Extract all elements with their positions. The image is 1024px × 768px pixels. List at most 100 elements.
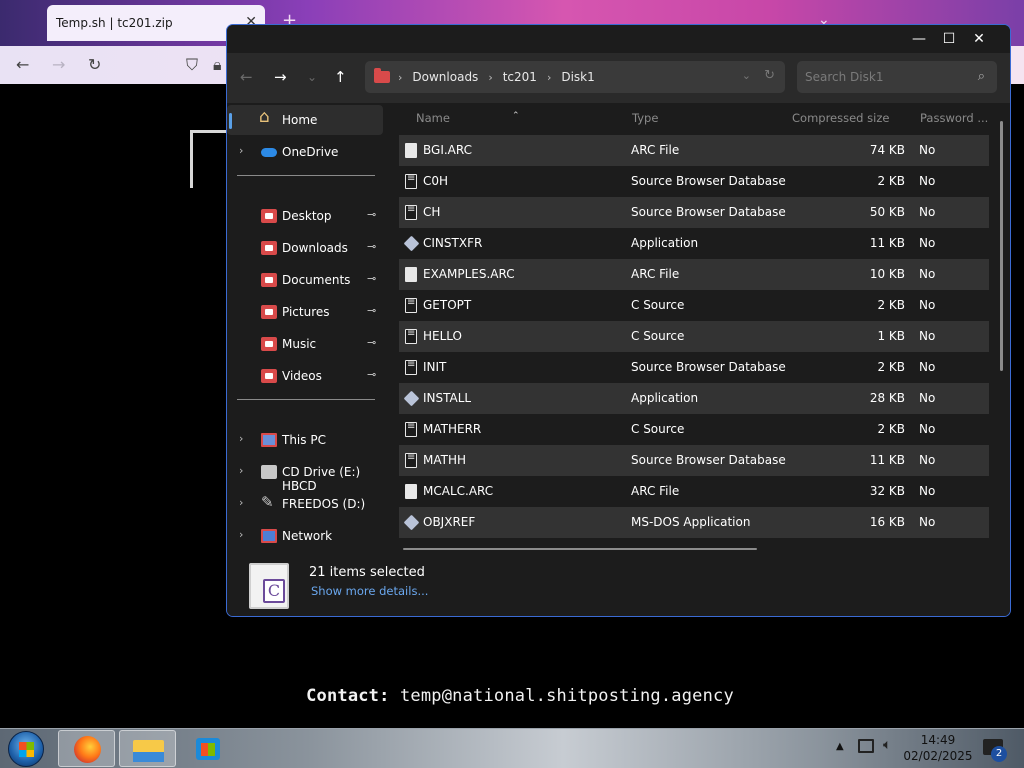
column-name[interactable]: Name (416, 111, 450, 125)
cloud-icon (261, 148, 277, 157)
navigation-bar: ← → ⌄ ↑ › Downloads › tc201 › Disk1 ⌄ ↻ … (227, 53, 1010, 103)
address-history-icon[interactable]: ⌄ (742, 69, 751, 82)
volume-icon[interactable]: 🔈︎ (883, 737, 891, 753)
file-row[interactable]: MCALC.ARC ARC File 32 KB No (399, 476, 989, 507)
sidebar-item-label: Home (282, 113, 318, 127)
sidebar-item-this-pc[interactable]: › This PC (227, 425, 383, 455)
file-password: No (919, 329, 936, 343)
sidebar-item-desktop[interactable]: Desktop ⊸ (227, 201, 383, 231)
breadcrumb-disk1[interactable]: Disk1 (561, 70, 594, 84)
column-type[interactable]: Type (632, 111, 658, 125)
file-size: 1 KB (877, 329, 905, 343)
windows-logo-icon (19, 742, 34, 757)
pin-icon[interactable]: ⊸ (367, 208, 376, 221)
file-row[interactable]: INIT Source Browser Database 2 KB No (399, 352, 989, 383)
column-compressed-size[interactable]: Compressed size (792, 111, 889, 125)
lock-icon[interactable]: 🔒︎ (213, 55, 222, 75)
file-type: Source Browser Database (631, 453, 786, 467)
up-icon[interactable]: ↑ (334, 68, 347, 86)
minimize-icon[interactable]: — (904, 27, 934, 51)
sidebar-item-documents[interactable]: Documents ⊸ (227, 265, 383, 295)
source-file-icon (405, 421, 417, 437)
file-row[interactable]: HELLO C Source 1 KB No (399, 321, 989, 352)
sidebar-item-onedrive[interactable]: › OneDrive (227, 137, 383, 167)
maximize-icon[interactable]: ☐ (934, 27, 964, 51)
pin-icon[interactable]: ⊸ (367, 272, 376, 285)
clock[interactable]: 14:49 02/02/2025 (900, 732, 976, 764)
chevron-right-icon[interactable]: › (239, 464, 243, 477)
browser-reload-icon[interactable]: ↻ (88, 55, 101, 74)
file-name: HELLO (423, 329, 462, 343)
sidebar-item-label: Pictures (282, 305, 330, 319)
selection-indicator (229, 113, 232, 129)
file-row[interactable]: MATHH Source Browser Database 11 KB No (399, 445, 989, 476)
browser-forward-icon[interactable]: → (52, 55, 65, 74)
file-row[interactable]: CINSTXFR Application 11 KB No (399, 228, 989, 259)
chevron-right-icon[interactable]: › (239, 144, 243, 157)
file-row[interactable]: EXAMPLES.ARC ARC File 10 KB No (399, 259, 989, 290)
file-type: ARC File (631, 484, 680, 498)
clock-date: 02/02/2025 (903, 749, 973, 763)
show-more-details-link[interactable]: Show more details... (311, 584, 428, 598)
sidebar-item-downloads[interactable]: Downloads ⊸ (227, 233, 383, 263)
pin-icon[interactable]: ⊸ (367, 240, 376, 253)
pin-icon[interactable]: ⊸ (367, 368, 376, 381)
taskbar-store[interactable] (180, 730, 237, 767)
recent-locations-icon[interactable]: ⌄ (307, 70, 317, 84)
shield-icon[interactable]: ⛉ (186, 55, 198, 75)
show-hidden-icons-icon[interactable]: ▲ (836, 741, 844, 752)
sidebar-item-pictures[interactable]: Pictures ⊸ (227, 297, 383, 327)
home-icon (259, 107, 275, 127)
close-icon[interactable]: ✕ (964, 27, 994, 51)
pin-icon[interactable]: ⊸ (367, 304, 376, 317)
file-row[interactable]: INSTALL Application 28 KB No (399, 383, 989, 414)
file-row[interactable]: GETOPT C Source 2 KB No (399, 290, 989, 321)
sidebar-item-videos[interactable]: Videos ⊸ (227, 361, 383, 391)
vertical-scrollbar[interactable] (1000, 121, 1003, 371)
taskbar-firefox[interactable] (58, 730, 115, 767)
pin-icon[interactable]: ⊸ (367, 336, 376, 349)
file-row[interactable]: BGI.ARC ARC File 74 KB No (399, 135, 989, 166)
search-input[interactable] (805, 68, 965, 86)
file-row[interactable]: OBJXREF MS-DOS Application 16 KB No (399, 507, 989, 538)
file-password: No (919, 453, 936, 467)
file-password: No (919, 422, 936, 436)
search-box[interactable]: ⌕ (797, 61, 997, 93)
taskbar-file-explorer[interactable] (119, 730, 176, 767)
sidebar-item-music[interactable]: Music ⊸ (227, 329, 383, 359)
selection-count: 21 items selected (309, 565, 425, 580)
file-password: No (919, 360, 936, 374)
refresh-icon[interactable]: ↻ (764, 68, 775, 83)
source-file-icon (405, 359, 417, 375)
back-icon[interactable]: ← (240, 68, 253, 86)
sidebar-item-home[interactable]: Home (227, 105, 383, 135)
chevron-right-icon[interactable]: › (239, 432, 243, 445)
browser-back-icon[interactable]: ← (16, 55, 29, 74)
forward-icon[interactable]: → (274, 68, 287, 86)
file-name: BGI.ARC (423, 143, 473, 157)
sidebar-item-cd-drive[interactable]: › CD Drive (E:) HBCD (227, 457, 383, 493)
chevron-right-icon[interactable]: › (239, 528, 243, 541)
sidebar-item-network[interactable]: › Network (227, 521, 383, 551)
file-list: ⌃ Name Type Compressed size Password ...… (395, 103, 1001, 553)
column-password[interactable]: Password ... (920, 111, 988, 125)
file-size: 2 KB (877, 422, 905, 436)
sidebar-item-label: Desktop (282, 209, 332, 223)
file-row[interactable]: CH Source Browser Database 50 KB No (399, 197, 989, 228)
contact-email[interactable]: temp@national.shitposting.agency (400, 686, 734, 706)
file-row[interactable]: C0H Source Browser Database 2 KB No (399, 166, 989, 197)
horizontal-scrollbar[interactable] (403, 548, 757, 550)
chevron-right-icon[interactable]: › (239, 496, 243, 509)
sidebar-item-label: OneDrive (282, 145, 339, 159)
sidebar-item-freedos[interactable]: › FREEDOS (D:) (227, 489, 383, 519)
file-row[interactable]: MATHERR C Source 2 KB No (399, 414, 989, 445)
network-icon (261, 529, 277, 543)
network-tray-icon[interactable] (858, 739, 874, 753)
title-bar[interactable]: — ☐ ✕ (227, 25, 1010, 53)
address-bar[interactable]: › Downloads › tc201 › Disk1 ⌄ ↻ (365, 61, 785, 93)
breadcrumb-downloads[interactable]: Downloads (412, 70, 478, 84)
start-button[interactable] (8, 731, 44, 767)
breadcrumb-tc201[interactable]: tc201 (503, 70, 537, 84)
file-size: 50 KB (869, 205, 905, 219)
search-icon[interactable]: ⌕ (978, 69, 985, 84)
